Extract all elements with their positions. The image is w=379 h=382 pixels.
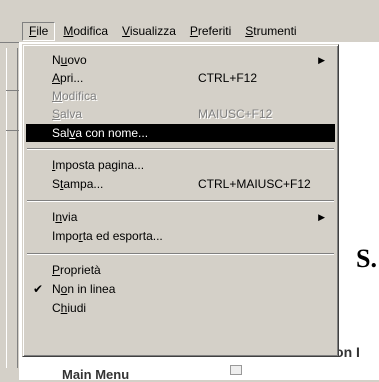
menu-item-imposta-pagina[interactable]: Imposta pagina... bbox=[26, 156, 335, 174]
menu-separator bbox=[27, 200, 334, 202]
page-partial-heading: S. bbox=[356, 244, 377, 273]
menu-item-chiudi[interactable]: Chiudi bbox=[26, 299, 335, 317]
menu-item-modifica: Modifica bbox=[52, 89, 97, 103]
menu-modifica[interactable]: Modifica bbox=[57, 23, 114, 40]
menu-separator bbox=[27, 253, 334, 255]
menu-item-nuovo[interactable]: Nuovo ▶ bbox=[26, 51, 335, 69]
main-menu-icon bbox=[230, 365, 242, 375]
menu-item-proprieta[interactable]: Proprietà bbox=[26, 261, 335, 279]
file-dropdown-menu: Nuovo ▶ Apri... CTRL+F12 Modifica Salva … bbox=[22, 44, 339, 357]
shortcut-label: MAIUSC+F12 bbox=[198, 107, 273, 121]
menu-item-importa-esporta[interactable]: Importa ed esporta... bbox=[26, 227, 335, 245]
checkmark-icon: ✔ bbox=[33, 282, 44, 296]
menu-item-stampa[interactable]: Stampa... CTRL+MAIUSC+F12 bbox=[26, 175, 335, 193]
shortcut-label: CTRL+MAIUSC+F12 bbox=[198, 177, 311, 191]
menu-item-invia[interactable]: Invia ▶ bbox=[26, 208, 335, 226]
menu-item-non-in-linea[interactable]: ✔ Non in linea bbox=[26, 280, 335, 298]
menu-bar: File Modifica Visualizza Preferiti Strum… bbox=[0, 0, 379, 43]
menu-item-salva-con-nome[interactable]: Salva con nome... bbox=[26, 124, 335, 142]
menu-separator bbox=[27, 148, 334, 150]
shortcut-label: CTRL+F12 bbox=[198, 71, 258, 85]
submenu-arrow-icon: ▶ bbox=[318, 212, 325, 222]
menu-strumenti[interactable]: Strumenti bbox=[239, 23, 302, 40]
submenu-arrow-icon: ▶ bbox=[318, 55, 325, 65]
menu-item-apri[interactable]: Apri... CTRL+F12 bbox=[26, 69, 335, 87]
menu-visualizza[interactable]: Visualizza bbox=[116, 23, 182, 40]
toolbar-divider bbox=[6, 90, 20, 91]
menu-item-salva: Salva MAIUSC+F12 bbox=[52, 107, 273, 121]
toolbar-divider bbox=[6, 130, 20, 131]
toolbar-grip bbox=[6, 48, 18, 368]
menu-preferiti[interactable]: Preferiti bbox=[184, 23, 237, 40]
menu-file[interactable]: File bbox=[22, 21, 56, 41]
